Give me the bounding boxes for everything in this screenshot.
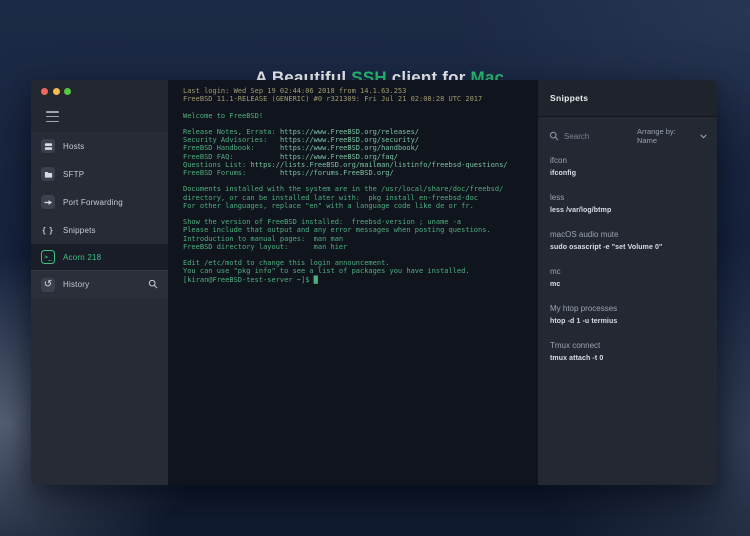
app-window: Hosts SFTP Port Forwarding { } Snippets bbox=[31, 80, 717, 485]
sidebar-nav: Hosts SFTP Port Forwarding { } Snippets bbox=[31, 132, 168, 298]
snippets-icon: { } bbox=[41, 223, 55, 237]
history-icon: ↺ bbox=[41, 278, 55, 292]
minimize-window-button[interactable] bbox=[53, 88, 60, 95]
terminal-line: Security Advisories: https://www.FreeBSD… bbox=[183, 136, 528, 144]
terminal-line: FreeBSD directory layout: man hier bbox=[183, 243, 528, 251]
snippet-title: ifcon bbox=[550, 156, 705, 166]
search-input[interactable] bbox=[564, 132, 632, 141]
terminal-line: [kiran@FreeBSD-test-server ~]$ █ bbox=[183, 276, 528, 284]
snippet-item[interactable]: mc mc bbox=[550, 267, 705, 290]
snippet-item[interactable]: ifcon ifconfig bbox=[550, 156, 705, 179]
terminal-line: Welcome to FreeBSD! bbox=[183, 112, 528, 120]
snippet-command: ifconfig bbox=[550, 169, 705, 179]
snippet-title: macOS audio mute bbox=[550, 230, 705, 240]
snippet-item[interactable]: less less /var/log/btmp bbox=[550, 193, 705, 216]
close-window-button[interactable] bbox=[41, 88, 48, 95]
hosts-icon bbox=[41, 139, 55, 153]
snippets-list: ifcon ifconfig less less /var/log/btmp m… bbox=[538, 147, 717, 378]
sidebar-item-label: Snippets bbox=[63, 226, 96, 235]
snippet-item[interactable]: Tmux connect tmux attach -t 0 bbox=[550, 341, 705, 364]
sidebar-item-acorn-218[interactable]: >_ Acorn 218 bbox=[31, 244, 168, 270]
snippet-command: less /var/log/btmp bbox=[550, 206, 705, 216]
snippets-search-row: Arrange by: Name bbox=[549, 125, 707, 147]
sidebar: Hosts SFTP Port Forwarding { } Snippets bbox=[31, 80, 168, 485]
snippet-title: less bbox=[550, 193, 705, 203]
terminal-line: FreeBSD 11.1-RELEASE (GENERIC) #0 r32130… bbox=[183, 95, 528, 103]
terminal-line: Show the version of FreeBSD installed: f… bbox=[183, 218, 528, 226]
sidebar-item-label: Hosts bbox=[63, 142, 84, 151]
sidebar-item-snippets[interactable]: { } Snippets bbox=[31, 216, 168, 244]
terminal-line bbox=[183, 103, 528, 111]
snippet-title: My htop processes bbox=[550, 304, 705, 314]
page-title: A Beautiful SSH client for Mac bbox=[0, 28, 750, 88]
arrange-by-label: Arrange by: Name bbox=[637, 127, 696, 145]
chevron-down-icon bbox=[700, 134, 707, 139]
arrange-by-dropdown[interactable]: Arrange by: Name bbox=[637, 127, 707, 145]
terminal-output[interactable]: Last login: Wed Sep 19 02:44:06 2018 fro… bbox=[168, 80, 538, 485]
snippet-item[interactable]: macOS audio mute sudo osascript -e "set … bbox=[550, 230, 705, 253]
terminal-line: Please include that output and any error… bbox=[183, 226, 528, 234]
sidebar-item-label: Port Forwarding bbox=[63, 198, 123, 207]
snippets-panel: Snippets Arrange by: Name ifcon ifconfig… bbox=[538, 80, 717, 485]
snippet-command: sudo osascript -e "set Volume 0" bbox=[550, 243, 705, 253]
terminal-line: Edit /etc/motd to change this login anno… bbox=[183, 259, 528, 267]
terminal-cursor: █ bbox=[314, 276, 318, 284]
terminal-icon: >_ bbox=[41, 250, 55, 264]
search-icon[interactable] bbox=[148, 276, 158, 294]
snippet-item[interactable]: My htop processes htop -d 1 -u termius bbox=[550, 304, 705, 327]
window-controls bbox=[31, 86, 168, 95]
port-forwarding-icon bbox=[41, 195, 55, 209]
terminal-line: You can use "pkg info" to see a list of … bbox=[183, 267, 528, 275]
snippets-panel-header: Snippets bbox=[538, 80, 717, 117]
terminal-line: Last login: Wed Sep 19 02:44:06 2018 fro… bbox=[183, 87, 528, 95]
sftp-icon bbox=[41, 167, 55, 181]
sidebar-item-port-forwarding[interactable]: Port Forwarding bbox=[31, 188, 168, 216]
snippet-title: mc bbox=[550, 267, 705, 277]
terminal-line bbox=[183, 177, 528, 185]
snippet-command: htop -d 1 -u termius bbox=[550, 317, 705, 327]
sidebar-item-label: History bbox=[63, 280, 89, 289]
terminal-line: Documents installed with the system are … bbox=[183, 185, 528, 193]
search-icon bbox=[549, 131, 559, 141]
snippets-panel-title: Snippets bbox=[550, 93, 588, 103]
sidebar-header bbox=[31, 80, 168, 132]
zoom-window-button[interactable] bbox=[64, 88, 71, 95]
terminal-line bbox=[183, 251, 528, 259]
marketing-background: A Beautiful SSH client for Mac Hosts bbox=[0, 0, 750, 536]
terminal-line bbox=[183, 210, 528, 218]
sidebar-item-label: SFTP bbox=[63, 170, 84, 179]
sidebar-item-hosts[interactable]: Hosts bbox=[31, 132, 168, 160]
terminal-line: FreeBSD Handbook: https://www.FreeBSD.or… bbox=[183, 144, 528, 152]
sidebar-item-history[interactable]: ↺ History bbox=[31, 270, 168, 298]
hamburger-menu-icon[interactable] bbox=[46, 111, 59, 122]
terminal-line: directory, or can be installed later wit… bbox=[183, 194, 528, 202]
terminal-line: Questions List: https://lists.FreeBSD.or… bbox=[183, 161, 528, 169]
sidebar-item-label: Acorn 218 bbox=[63, 253, 101, 262]
terminal-line: Introduction to manual pages: man man bbox=[183, 235, 528, 243]
terminal-line: Release Notes, Errata: https://www.FreeB… bbox=[183, 128, 528, 136]
terminal-line: FreeBSD Forums: https://forums.FreeBSD.o… bbox=[183, 169, 528, 177]
terminal-line: FreeBSD FAQ: https://www.FreeBSD.org/faq… bbox=[183, 153, 528, 161]
snippet-command: mc bbox=[550, 280, 705, 290]
snippet-command: tmux attach -t 0 bbox=[550, 354, 705, 364]
snippet-title: Tmux connect bbox=[550, 341, 705, 351]
terminal-line bbox=[183, 120, 528, 128]
terminal-line: For other languages, replace "en" with a… bbox=[183, 202, 528, 210]
sidebar-item-sftp[interactable]: SFTP bbox=[31, 160, 168, 188]
